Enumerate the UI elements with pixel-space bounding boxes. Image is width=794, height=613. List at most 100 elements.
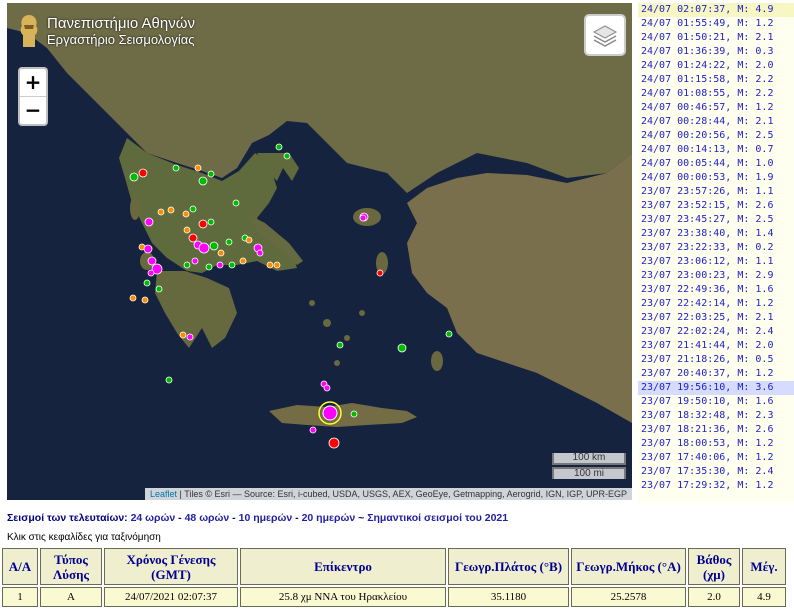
layers-button[interactable] <box>584 14 626 56</box>
zoom-out-button[interactable]: − <box>20 97 46 124</box>
quake-magnitude: M: 2.0 <box>737 340 774 351</box>
quake-time: 24/07 00:05:44, <box>641 158 732 169</box>
quake-list-item[interactable]: 24/07 00:14:13, M: 0.7 <box>638 143 794 157</box>
quake-time: 23/07 18:32:48, <box>641 410 732 421</box>
quake-list-item[interactable]: 24/07 01:50:21, M: 2.1 <box>638 31 794 45</box>
quake-list-item[interactable]: 23/07 17:29:32, M: 1.2 <box>638 479 794 493</box>
quake-list-item[interactable]: 23/07 23:22:33, M: 0.2 <box>638 241 794 255</box>
quake-list-item[interactable]: 23/07 22:49:36, M: 1.6 <box>638 283 794 297</box>
quake-list-item[interactable]: 24/07 00:28:44, M: 2.1 <box>638 115 794 129</box>
quake-time: 24/07 00:46:57, <box>641 102 732 113</box>
quake-list-item[interactable]: 24/07 01:15:58, M: 2.2 <box>638 73 794 87</box>
quake-magnitude: M: 2.3 <box>737 410 774 421</box>
quake-magnitude: M: 1.2 <box>737 368 774 379</box>
quake-time: 24/07 01:08:55, <box>641 88 732 99</box>
quake-magnitude: M: 2.6 <box>737 424 774 435</box>
quake-list-item[interactable]: 23/07 21:18:26, M: 0.5 <box>638 353 794 367</box>
quake-list-item[interactable]: 23/07 22:02:24, M: 2.4 <box>638 325 794 339</box>
quake-time: 24/07 01:24:22, <box>641 60 732 71</box>
university-name: Πανεπιστήμιο Αθηνών <box>47 15 195 32</box>
recent-quakes-list[interactable]: 24/07 02:07:37, M: 4.9 24/07 01:55:49, M:… <box>638 3 794 503</box>
quake-list-item[interactable]: 23/07 18:21:36, M: 2.6 <box>638 423 794 437</box>
quake-list-item[interactable]: 24/07 01:24:22, M: 2.0 <box>638 59 794 73</box>
quake-time: 23/07 23:45:27, <box>641 214 732 225</box>
quake-list-item[interactable]: 24/07 00:05:44, M: 1.0 <box>638 157 794 171</box>
quake-magnitude: M: 2.4 <box>737 326 774 337</box>
quake-list-item[interactable]: 23/07 19:50:10, M: 1.6 <box>638 395 794 409</box>
quake-list-item[interactable]: 23/07 19:56:10, M: 3.6 <box>638 381 794 395</box>
quake-time: 24/07 00:14:13, <box>641 144 732 155</box>
sort-hint: Κλικ στις κεφαλίδες για ταξινόμηση <box>7 532 161 543</box>
quake-list-item[interactable]: 23/07 23:38:40, M: 1.4 <box>638 227 794 241</box>
cell-type: A <box>40 587 102 607</box>
quake-magnitude: M: 0.7 <box>737 144 774 155</box>
quake-list-item[interactable]: 23/07 18:00:53, M: 1.2 <box>638 437 794 451</box>
quake-list-item[interactable]: 24/07 00:46:57, M: 1.2 <box>638 101 794 115</box>
quake-list-item[interactable]: 23/07 22:03:25, M: 2.1 <box>638 311 794 325</box>
quake-time: 23/07 20:40:37, <box>641 368 732 379</box>
quake-magnitude: M: 2.1 <box>737 32 774 43</box>
quake-list-item[interactable]: 24/07 01:08:55, M: 2.2 <box>638 87 794 101</box>
table-row[interactable]: 1 A 24/07/2021 02:07:37 25.8 χμ ΝΝΑ του … <box>2 587 786 607</box>
quake-magnitude: M: 1.0 <box>737 158 774 169</box>
quake-magnitude: M: 2.5 <box>737 214 774 225</box>
leaflet-link[interactable]: Leaflet <box>150 489 177 499</box>
quake-time: 23/07 17:35:30, <box>641 466 732 477</box>
col-time[interactable]: Χρόνος Γένεσης (GMT) <box>104 548 238 585</box>
quake-magnitude: M: 1.2 <box>737 452 774 463</box>
quake-list-item[interactable]: 23/07 17:35:30, M: 2.4 <box>638 465 794 479</box>
col-depth[interactable]: Βάθος (χμ) <box>688 548 740 585</box>
zoom-in-button[interactable]: + <box>20 69 46 97</box>
quake-time: 23/07 21:41:44, <box>641 340 732 351</box>
quake-time: 24/07 01:50:21, <box>641 32 732 43</box>
quake-list-item[interactable]: 24/07 01:55:49, M: 1.2 <box>638 17 794 31</box>
quake-magnitude: M: 1.6 <box>737 284 774 295</box>
quake-list-item[interactable]: 24/07 00:20:56, M: 2.5 <box>638 129 794 143</box>
cell-aa: 1 <box>2 587 38 607</box>
quake-magnitude: M: 1.2 <box>737 18 774 29</box>
map-scale: 100 km 100 mi <box>552 453 626 479</box>
quake-time: 23/07 19:50:10, <box>641 396 732 407</box>
lab-logo: Πανεπιστήμιο Αθηνών Εργαστήριο Σεισμολογ… <box>17 13 195 49</box>
quake-list-item[interactable]: 23/07 23:57:26, M: 1.1 <box>638 185 794 199</box>
quake-time: 24/07 00:28:44, <box>641 116 732 127</box>
quake-list-item[interactable]: 23/07 23:06:12, M: 1.1 <box>638 255 794 269</box>
layers-icon <box>592 25 618 47</box>
col-aa[interactable]: Α/Α <box>2 548 38 585</box>
quake-magnitude: M: 2.4 <box>737 466 774 477</box>
quake-list-item[interactable]: 23/07 22:42:14, M: 1.2 <box>638 297 794 311</box>
lab-name: Εργαστήριο Σεισμολογίας <box>47 32 195 47</box>
significant-quakes-link[interactable]: Σημαντικοί σεισμοί του 2021 <box>367 512 508 524</box>
col-type[interactable]: Τύπος Λύσης <box>40 548 102 585</box>
period-48h-link[interactable]: 48 ωρών <box>185 512 230 524</box>
quake-list-item[interactable]: 24/07 00:00:53, M: 1.9 <box>638 171 794 185</box>
quake-time: 23/07 18:21:36, <box>641 424 732 435</box>
quake-list-item[interactable]: 24/07 02:07:37, M: 4.9 <box>638 3 794 17</box>
period-24h-link[interactable]: 24 ωρών <box>131 512 176 524</box>
quake-list-item[interactable]: 23/07 21:41:44, M: 2.0 <box>638 339 794 353</box>
col-epicenter[interactable]: Επίκεντρο <box>240 548 446 585</box>
col-mag[interactable]: Μέγ. <box>742 548 786 585</box>
quake-list-item[interactable]: 23/07 23:00:23, M: 2.9 <box>638 269 794 283</box>
col-lon[interactable]: Γεωγρ.Μήκος (°Α) <box>571 548 686 585</box>
quake-list-item[interactable]: 24/07 01:36:39, M: 0.3 <box>638 45 794 59</box>
period-separator: ~ <box>358 512 365 524</box>
quake-magnitude: M: 1.2 <box>737 102 774 113</box>
athena-logo-icon <box>20 15 38 47</box>
quake-magnitude: M: 1.1 <box>737 256 774 267</box>
cell-lon: 25.2578 <box>571 587 686 607</box>
period-10d-link[interactable]: 10 ημερών <box>239 512 293 524</box>
period-prefix: Σεισμοί των τελευταίων: <box>7 512 131 524</box>
quake-time: 24/07 02:07:37, <box>641 4 732 15</box>
quake-list-item[interactable]: 23/07 17:40:06, M: 1.2 <box>638 451 794 465</box>
quake-list-item[interactable]: 23/07 23:45:27, M: 2.5 <box>638 213 794 227</box>
period-20d-link[interactable]: 20 ημερών <box>302 512 356 524</box>
quake-list-item[interactable]: 23/07 18:32:48, M: 2.3 <box>638 409 794 423</box>
col-lat[interactable]: Γεωγρ.Πλάτος (°Β) <box>448 548 569 585</box>
quake-magnitude: M: 1.4 <box>737 228 774 239</box>
quake-list-item[interactable]: 23/07 23:52:15, M: 2.6 <box>638 199 794 213</box>
map[interactable]: Πανεπιστήμιο Αθηνών Εργαστήριο Σεισμολογ… <box>7 3 632 500</box>
quake-time: 23/07 19:56:10, <box>641 382 732 393</box>
quake-list-item[interactable]: 23/07 20:40:37, M: 1.2 <box>638 367 794 381</box>
earthquake-table: Α/Α Τύπος Λύσης Χρόνος Γένεσης (GMT) Επί… <box>0 546 788 609</box>
